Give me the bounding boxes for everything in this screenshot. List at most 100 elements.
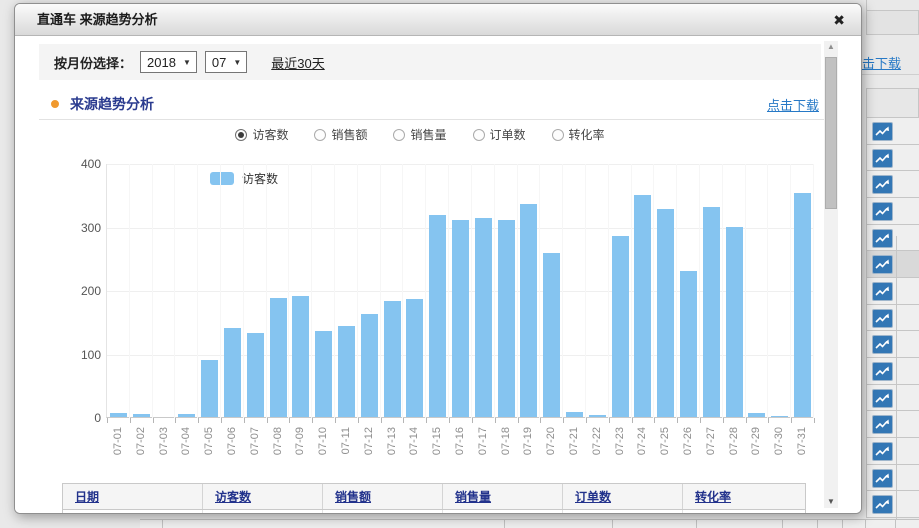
x-axis-tick bbox=[358, 418, 359, 423]
bg-table-row bbox=[866, 305, 919, 332]
metric-radio-label: 订单数 bbox=[490, 126, 526, 143]
gridline bbox=[494, 164, 495, 418]
trend-chart-icon[interactable] bbox=[872, 175, 893, 194]
bar-07-18 bbox=[498, 220, 515, 417]
metric-radio-转化率[interactable]: 转化率 bbox=[552, 126, 605, 143]
bar-07-04 bbox=[178, 414, 195, 417]
chevron-down-icon: ▼ bbox=[233, 58, 241, 67]
section-heading: 来源趋势分析 bbox=[70, 94, 154, 114]
chevron-down-icon: ▼ bbox=[183, 58, 191, 67]
trend-chart-icon[interactable] bbox=[872, 415, 893, 434]
metric-radio-销售量[interactable]: 销售量 bbox=[393, 126, 446, 143]
bg-table-border bbox=[896, 236, 897, 528]
trend-chart-icon[interactable] bbox=[872, 309, 893, 328]
radio-icon[interactable] bbox=[473, 129, 485, 141]
trend-chart-icon[interactable] bbox=[872, 202, 893, 221]
bar-07-02 bbox=[133, 414, 150, 417]
x-axis-label: 07-14 bbox=[408, 427, 421, 461]
x-axis-label: 07-25 bbox=[659, 427, 672, 461]
close-icon[interactable]: ✖ bbox=[833, 11, 845, 29]
x-axis-tick bbox=[472, 418, 473, 423]
y-axis-label: 0 bbox=[65, 411, 101, 425]
trend-chart-icon[interactable] bbox=[872, 282, 893, 301]
x-axis-tick bbox=[563, 418, 564, 423]
trend-chart-icon[interactable] bbox=[872, 255, 893, 274]
trend-chart-icon[interactable] bbox=[872, 122, 893, 141]
detail-table-header: 日期 访客数 销售额 销售量 订单数 转化率 bbox=[63, 484, 805, 510]
scroll-down-icon[interactable]: ▼ bbox=[824, 496, 838, 508]
bar-07-06 bbox=[224, 328, 241, 417]
year-select[interactable]: 2018 ▼ bbox=[140, 51, 197, 73]
scroll-up-icon[interactable]: ▲ bbox=[824, 41, 838, 53]
trend-chart-icon[interactable] bbox=[872, 335, 893, 354]
legend-swatch bbox=[210, 172, 234, 185]
trend-chart-icon[interactable] bbox=[872, 495, 893, 514]
x-axis-tick bbox=[175, 418, 176, 423]
column-header-link[interactable]: 销售额 bbox=[335, 488, 371, 505]
column-header-link[interactable]: 日期 bbox=[75, 488, 99, 505]
gridline bbox=[288, 164, 289, 418]
column-header-link[interactable]: 转化率 bbox=[695, 488, 731, 505]
column-header-link[interactable]: 销售量 bbox=[455, 488, 491, 505]
gridline bbox=[745, 164, 746, 418]
x-axis-tick bbox=[518, 418, 519, 423]
bg-table-row bbox=[866, 118, 919, 145]
dialog-title: 直通车 来源趋势分析 bbox=[37, 4, 158, 36]
trend-chart-icon[interactable] bbox=[872, 389, 893, 408]
bg-table-row bbox=[866, 251, 919, 278]
metric-radio-销售额[interactable]: 销售额 bbox=[314, 126, 367, 143]
bar-07-28 bbox=[726, 227, 743, 418]
trend-chart-icon[interactable] bbox=[872, 469, 893, 488]
trend-chart-icon[interactable] bbox=[872, 149, 893, 168]
trend-chart-icon[interactable] bbox=[872, 362, 893, 381]
trend-chart-icon[interactable] bbox=[872, 229, 893, 248]
scrollbar-thumb[interactable] bbox=[825, 57, 837, 209]
metric-radio-订单数[interactable]: 订单数 bbox=[473, 126, 526, 143]
x-axis-tick bbox=[107, 418, 108, 423]
column-header-销售量: 销售量 bbox=[443, 484, 563, 509]
x-axis-tick bbox=[244, 418, 245, 423]
x-axis-label: 07-08 bbox=[272, 427, 285, 461]
column-header-link[interactable]: 订单数 bbox=[575, 488, 611, 505]
screen: 点击下载 直通车 来源趋势分析 ✖ 按月份选择： 2018 ▼ 07 ▼ bbox=[0, 0, 919, 528]
bg-table-row bbox=[866, 491, 919, 518]
recent-30-days-link[interactable]: 最近30天 bbox=[271, 53, 324, 72]
dialog-titlebar: 直通车 来源趋势分析 ✖ bbox=[15, 4, 861, 36]
radio-icon[interactable] bbox=[314, 129, 326, 141]
x-axis-tick bbox=[791, 418, 792, 423]
x-axis-tick bbox=[403, 418, 404, 423]
x-axis-tick bbox=[495, 418, 496, 423]
gridline bbox=[631, 164, 632, 418]
month-select-label: 按月份选择： bbox=[54, 53, 132, 72]
x-axis-tick bbox=[723, 418, 724, 423]
gridline bbox=[517, 164, 518, 418]
column-header-link[interactable]: 访客数 bbox=[215, 488, 251, 505]
x-axis-tick bbox=[381, 418, 382, 423]
bg-table-row bbox=[866, 225, 919, 252]
bg-divider bbox=[860, 74, 919, 75]
bar-07-26 bbox=[680, 271, 697, 417]
orange-bullet-icon bbox=[51, 100, 59, 108]
x-axis-label: 07-17 bbox=[477, 427, 490, 461]
section-header-row: 来源趋势分析 点击下载 bbox=[39, 92, 827, 116]
x-axis-tick bbox=[609, 418, 610, 423]
radio-icon[interactable] bbox=[235, 129, 247, 141]
metric-radio-label: 销售额 bbox=[331, 126, 367, 143]
month-filter-toolbar: 按月份选择： 2018 ▼ 07 ▼ 最近30天 bbox=[39, 44, 821, 80]
metric-radio-label: 转化率 bbox=[569, 126, 605, 143]
radio-icon[interactable] bbox=[552, 129, 564, 141]
radio-icon[interactable] bbox=[393, 129, 405, 141]
month-select[interactable]: 07 ▼ bbox=[205, 51, 247, 73]
bg-table-row bbox=[866, 331, 919, 358]
table-cell bbox=[563, 510, 683, 514]
metric-radio-访客数[interactable]: 访客数 bbox=[235, 126, 288, 143]
x-axis-label: 07-21 bbox=[568, 427, 581, 461]
trend-chart-icon[interactable] bbox=[872, 442, 893, 461]
download-link[interactable]: 点击下载 bbox=[767, 95, 819, 114]
bar-07-12 bbox=[361, 314, 378, 418]
gridline bbox=[174, 164, 175, 418]
column-header-日期: 日期 bbox=[63, 484, 203, 509]
gridline bbox=[334, 164, 335, 418]
x-axis-label: 07-02 bbox=[135, 427, 148, 461]
gridline bbox=[676, 164, 677, 418]
